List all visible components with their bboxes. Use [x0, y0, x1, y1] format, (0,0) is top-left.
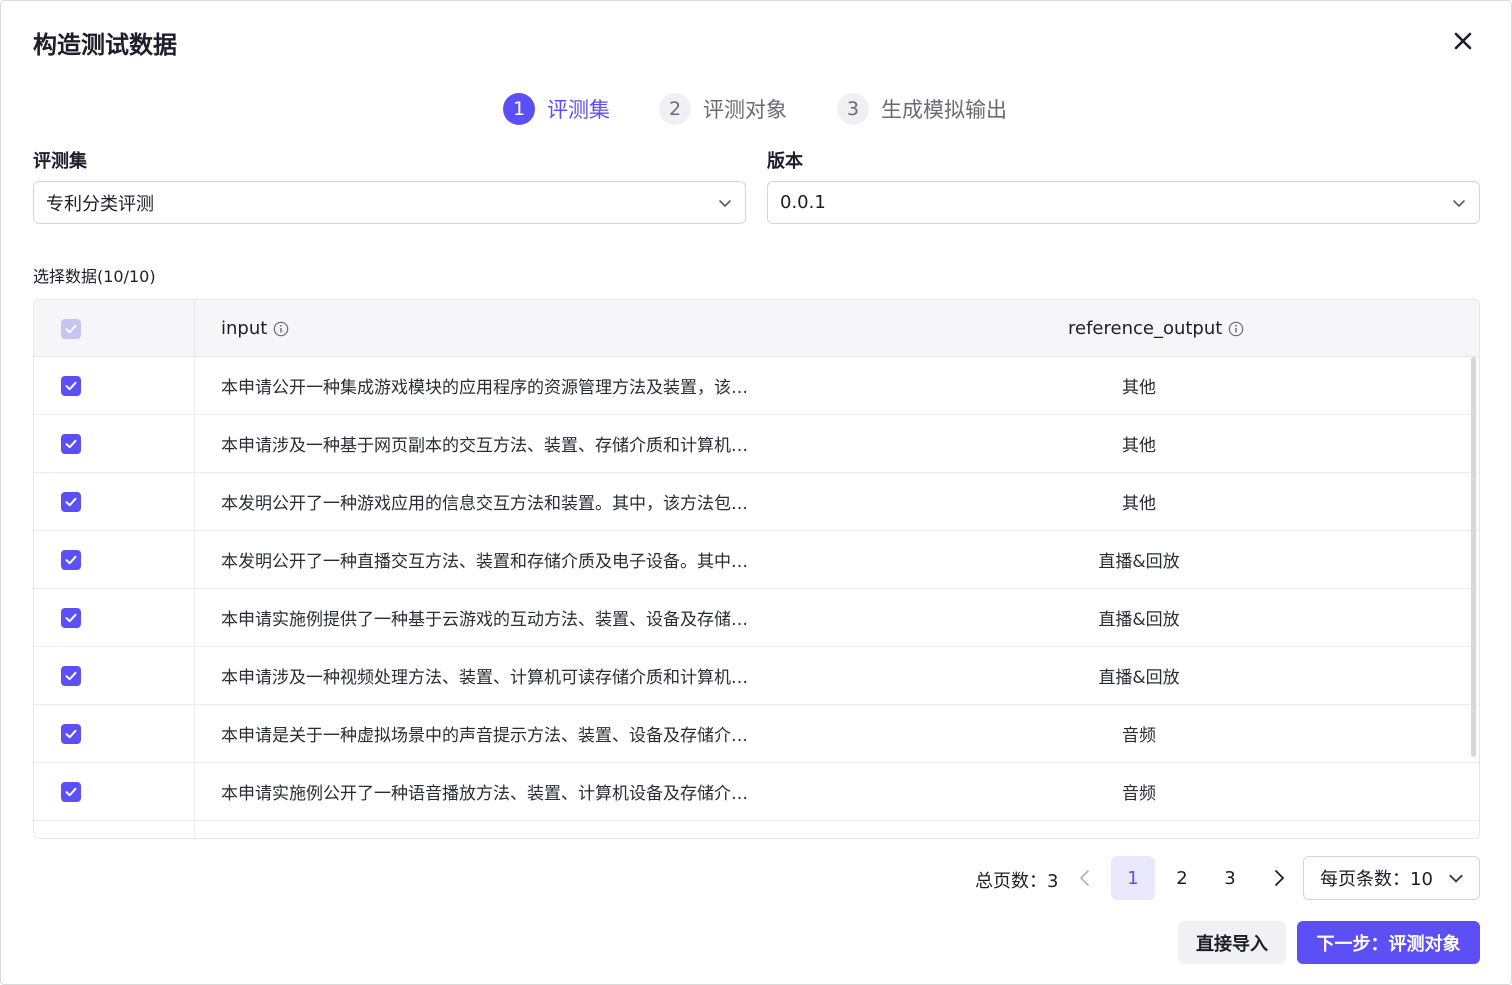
select-all-checkbox[interactable] [61, 318, 81, 339]
cell-input: 本申请实施例公开了一种语音播放方法、装置、计算机设备及存储介… [221, 784, 748, 804]
table-row[interactable]: 本申请实施例公开了一种语音播放方法、装置、计算机设备及存储介… 音频 [34, 763, 1479, 821]
step-eval-target[interactable]: 2 评测对象 [659, 93, 787, 125]
cell-reference-output: 其他 [1122, 494, 1156, 514]
table-header: input reference_output [34, 300, 1479, 357]
table-row[interactable]: 本申请是关于一种虚拟场景中的声音提示方法、装置、设备及存储介… 音频 [34, 705, 1479, 763]
table-row[interactable]: 本申请涉及一种视频处理方法、装置、计算机可读存储介质和计算机… 直播&回放 [34, 647, 1479, 705]
cell-reference-output: 音频 [1122, 726, 1156, 746]
pagination-total: 总页数：3 [975, 871, 1059, 892]
column-header-label: input [221, 318, 268, 339]
dataset-select-value: 专利分类评测 [46, 193, 154, 215]
row-checkbox[interactable] [61, 723, 81, 744]
chevron-down-icon [719, 199, 731, 207]
next-step-button[interactable]: 下一步：评测对象 [1297, 921, 1480, 964]
row-checkbox[interactable] [61, 433, 81, 454]
cell-input: 本申请实施例提供了一种基于云游戏的互动方法、装置、设备及存储… [221, 610, 748, 630]
dataset-select[interactable]: 专利分类评测 [33, 181, 746, 224]
cell-reference-output: 直播&回放 [1098, 668, 1180, 688]
header-checkbox-cell [34, 300, 195, 357]
table-row-partial[interactable] [34, 821, 1479, 838]
step-number: 1 [503, 93, 535, 125]
cell-input: 本申请是关于一种虚拟场景中的声音提示方法、装置、设备及存储介… [221, 726, 748, 746]
table-row[interactable]: 本发明公开了一种游戏应用的信息交互方法和装置。其中，该方法包… 其他 [34, 473, 1479, 531]
chevron-left-icon[interactable] [1075, 867, 1095, 889]
cell-reference-output: 其他 [1122, 378, 1156, 398]
step-label: 评测对象 [703, 98, 787, 122]
version-field-label: 版本 [767, 151, 803, 172]
cell-input: 本申请涉及一种基于网页副本的交互方法、装置、存储介质和计算机… [221, 436, 748, 456]
cell-reference-output: 其他 [1122, 436, 1156, 456]
cell-input: 本发明公开了一种直播交互方法、装置和存储介质及电子设备。其中… [221, 552, 748, 572]
table-row[interactable]: 本发明公开了一种直播交互方法、装置和存储介质及电子设备。其中… 直播&回放 [34, 531, 1479, 589]
page-size-select[interactable]: 每页条数：10 [1303, 856, 1480, 900]
table-body: 本申请公开一种集成游戏模块的应用程序的资源管理方法及装置，该… 其他 本申请涉及… [34, 357, 1479, 838]
row-checkbox[interactable] [61, 549, 81, 570]
dialog-title: 构造测试数据 [33, 31, 177, 59]
cell-reference-output: 直播&回放 [1098, 610, 1180, 630]
chevron-right-icon[interactable] [1269, 867, 1289, 889]
cell-input: 本申请公开一种集成游戏模块的应用程序的资源管理方法及装置，该… [221, 378, 748, 398]
chevron-down-icon [1449, 874, 1463, 883]
column-header-label: reference_output [1068, 318, 1223, 339]
cell-input: 本发明公开了一种游戏应用的信息交互方法和装置。其中，该方法包… [221, 494, 748, 514]
row-checkbox[interactable] [61, 491, 81, 512]
step-number: 3 [837, 93, 869, 125]
version-select-value: 0.0.1 [780, 192, 826, 213]
row-checkbox[interactable] [61, 781, 81, 802]
cell-input: 本申请涉及一种视频处理方法、装置、计算机可读存储介质和计算机… [221, 668, 748, 688]
table-row[interactable]: 本申请涉及一种基于网页副本的交互方法、装置、存储介质和计算机… 其他 [34, 415, 1479, 473]
data-table: input reference_output 本申请公开一种集成游戏模块的应用程… [33, 299, 1480, 839]
column-header-reference-output: reference_output [1068, 300, 1244, 357]
step-number: 2 [659, 93, 691, 125]
column-header-input: input [221, 300, 289, 357]
close-icon[interactable] [1449, 27, 1477, 55]
cell-reference-output: 直播&回放 [1098, 552, 1180, 572]
step-label: 生成模拟输出 [881, 98, 1007, 122]
info-icon[interactable] [1228, 321, 1244, 337]
info-icon[interactable] [273, 321, 289, 337]
page-button-2[interactable]: 2 [1160, 856, 1204, 900]
stepper: 1 评测集 2 评测对象 3 生成模拟输出 [1, 93, 1512, 133]
direct-import-button[interactable]: 直接导入 [1178, 921, 1286, 964]
step-dataset[interactable]: 1 评测集 [503, 93, 610, 125]
construct-test-data-dialog: 构造测试数据 1 评测集 2 评测对象 3 生成模拟输出 评测集 专利分类评测 … [0, 0, 1512, 985]
cell-reference-output: 音频 [1122, 784, 1156, 804]
page-button-1[interactable]: 1 [1111, 856, 1155, 900]
table-row[interactable]: 本申请公开一种集成游戏模块的应用程序的资源管理方法及装置，该… 其他 [34, 357, 1479, 415]
version-select[interactable]: 0.0.1 [767, 181, 1480, 224]
row-checkbox[interactable] [61, 665, 81, 686]
page-button-3[interactable]: 3 [1208, 856, 1252, 900]
selection-count: 选择数据(10/10) [33, 267, 156, 286]
step-label: 评测集 [547, 98, 610, 122]
chevron-down-icon [1453, 199, 1465, 207]
dataset-field-label: 评测集 [33, 151, 87, 172]
step-generate-output[interactable]: 3 生成模拟输出 [837, 93, 1007, 125]
row-checkbox[interactable] [61, 375, 81, 396]
page-size-value: 每页条数：10 [1320, 869, 1433, 890]
table-scrollbar[interactable] [1471, 357, 1476, 757]
row-checkbox[interactable] [61, 607, 81, 628]
table-row[interactable]: 本申请实施例提供了一种基于云游戏的互动方法、装置、设备及存储… 直播&回放 [34, 589, 1479, 647]
